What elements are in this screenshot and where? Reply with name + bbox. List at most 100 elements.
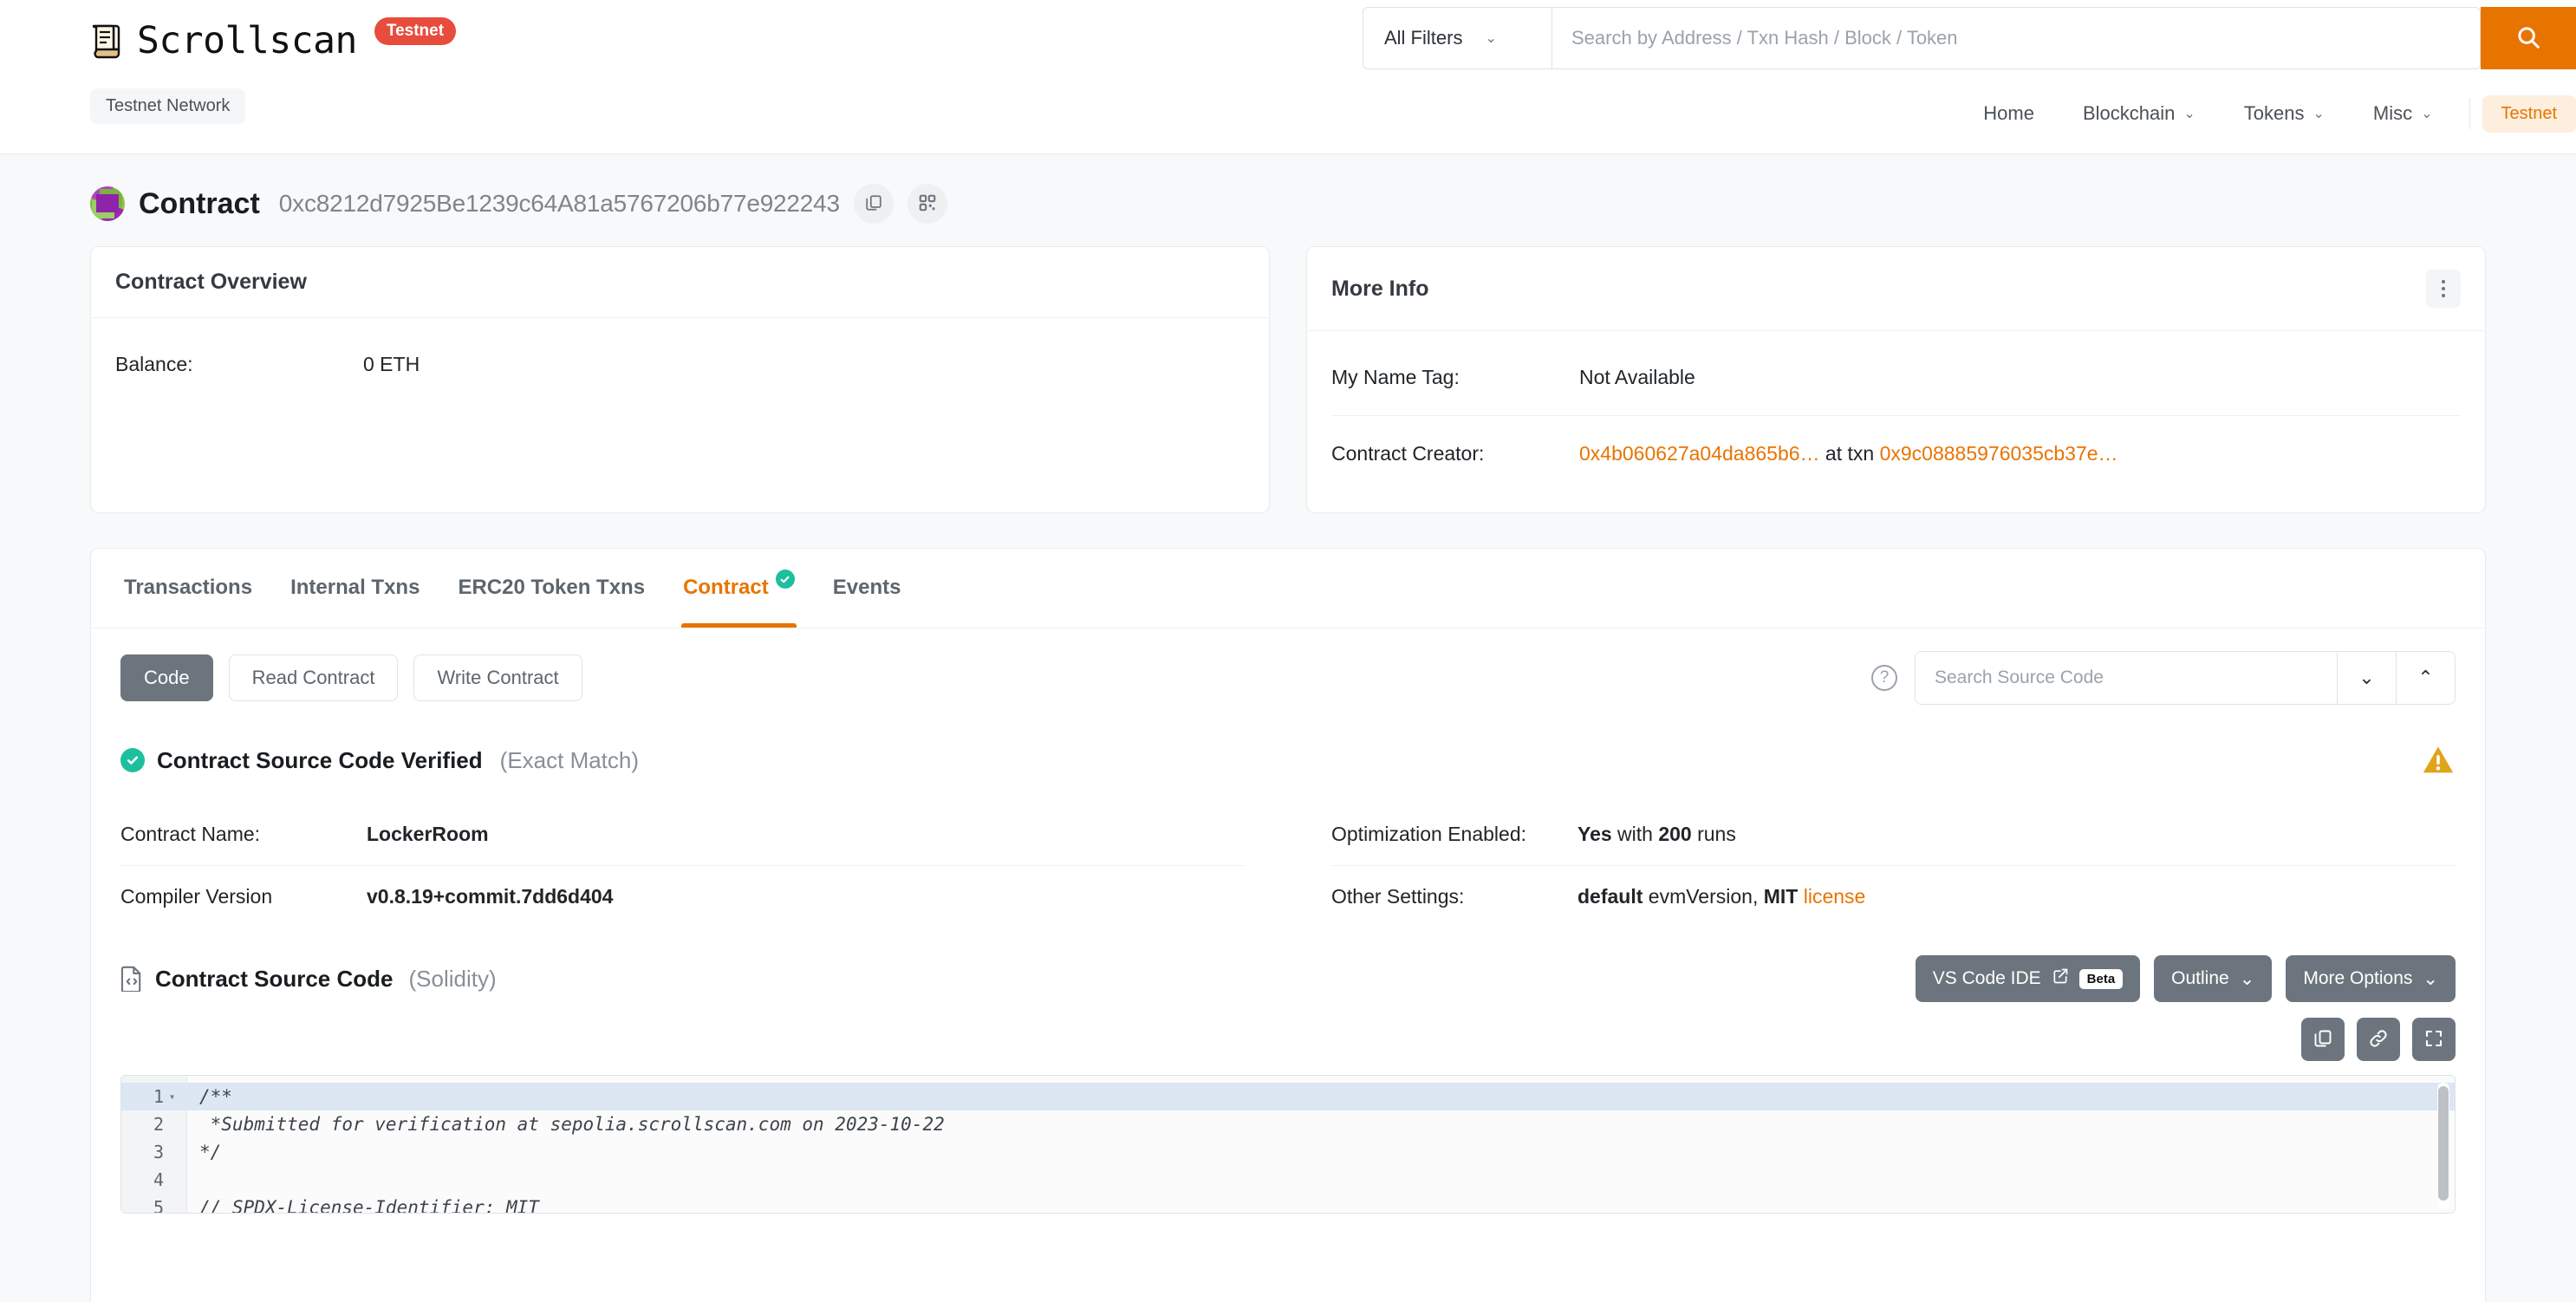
search-next-button[interactable]: ⌄ — [2337, 652, 2396, 704]
write-contract-button[interactable]: Write Contract — [413, 654, 582, 701]
fold-toggle-icon[interactable]: ▾ — [169, 1090, 178, 1103]
copy-link-button[interactable] — [2357, 1018, 2400, 1061]
code-line: *Submitted for verification at sepolia.s… — [199, 1114, 945, 1135]
code-button[interactable]: Code — [120, 654, 213, 701]
code-content[interactable]: /** *Submitted for verification at sepol… — [187, 1076, 2455, 1213]
dot-icon — [2442, 294, 2445, 297]
tab-events[interactable]: Events — [814, 549, 920, 628]
nav-item-home[interactable]: Home — [1959, 94, 2059, 133]
line-number: 1 ▾ — [121, 1083, 186, 1110]
nav-item-blockchain[interactable]: Blockchain ⌄ — [2059, 94, 2220, 133]
contract-overview-card: Contract Overview Balance: 0 ETH — [90, 246, 1270, 513]
compiler-version-value: v0.8.19+commit.7dd6d404 — [367, 885, 614, 908]
copy-icon — [2313, 1028, 2333, 1051]
code-line: */ — [199, 1142, 222, 1162]
tab-internal-txns[interactable]: Internal Txns — [271, 549, 439, 628]
contract-creator-row: Contract Creator: 0x4b060627a04da865b6… … — [1331, 415, 2461, 478]
more-info-body: My Name Tag: Not Available Contract Crea… — [1307, 331, 2485, 512]
tab-transactions[interactable]: Transactions — [105, 549, 271, 628]
name-tag-value: Not Available — [1579, 366, 1695, 388]
chevron-down-icon: ⌄ — [1485, 31, 1497, 46]
source-code-editor[interactable]: 1 ▾ 2 3 4 5 /** *Submitted for verificat… — [120, 1075, 2456, 1214]
contract-overview-body: Balance: 0 ETH — [91, 318, 1269, 479]
read-contract-button[interactable]: Read Contract — [228, 654, 399, 701]
vs-code-ide-label: VS Code IDE — [1932, 968, 2041, 988]
chevron-down-icon: ⌄ — [2183, 107, 2195, 121]
tab-erc20-token-txns[interactable]: ERC20 Token Txns — [439, 549, 664, 628]
qr-code-button[interactable] — [907, 184, 947, 224]
page-title-label: Contract — [139, 186, 260, 220]
details-left-column: Contract Name: LockerRoom Compiler Versi… — [120, 804, 1245, 928]
verified-match-type: (Exact Match) — [499, 746, 640, 773]
warning-icon[interactable] — [2421, 743, 2456, 778]
search-submit-button[interactable] — [2481, 7, 2576, 69]
optimization-runs: 200 — [1658, 823, 1692, 845]
line-number-text: 2 — [153, 1114, 164, 1135]
verified-check-icon — [775, 570, 795, 589]
brand-logo[interactable]: Scrollscan Testnet — [87, 17, 457, 62]
nav-item-misc[interactable]: Misc ⌄ — [2349, 94, 2457, 133]
source-search-input[interactable] — [1916, 652, 2337, 704]
more-info-menu-button[interactable] — [2426, 270, 2461, 308]
verification-status: Contract Source Code Verified (Exact Mat… — [120, 747, 639, 774]
contract-overview-title: Contract Overview — [115, 270, 307, 294]
chevron-down-icon: ⌄ — [2421, 107, 2433, 121]
line-number-gutter: 1 ▾ 2 3 4 5 — [121, 1076, 187, 1213]
optimization-value: Yes with 200 runs — [1577, 823, 1736, 846]
outline-button[interactable]: Outline ⌄ — [2154, 955, 2273, 1002]
code-scrollbar[interactable] — [2437, 1083, 2449, 1209]
help-icon[interactable]: ? — [1871, 665, 1897, 691]
dot-icon — [2442, 280, 2445, 283]
tab-label: Internal Txns — [290, 576, 420, 599]
search-prev-button[interactable]: ⌃ — [2396, 652, 2455, 704]
code-line: // SPDX-License-Identifier: MIT — [199, 1197, 539, 1214]
source-search-group: ? ⌄ ⌃ — [1871, 651, 2456, 705]
all-filters-label: All Filters — [1384, 27, 1463, 49]
vs-code-ide-button[interactable]: VS Code IDE Beta — [1915, 955, 2141, 1002]
more-info-card: More Info My Name Tag: Not Available Con… — [1306, 246, 2486, 513]
creator-at-text: at txn — [1819, 442, 1880, 465]
evm-version: default — [1577, 885, 1643, 908]
all-filters-dropdown[interactable]: All Filters ⌄ — [1363, 8, 1552, 68]
nav-label: Misc — [2372, 102, 2413, 124]
copy-icon — [864, 193, 883, 215]
contract-panel: Transactions Internal Txns ERC20 Token T… — [90, 548, 2486, 1302]
chevron-up-icon: ⌃ — [2417, 667, 2434, 688]
nav-divider — [2469, 98, 2470, 129]
other-settings-label: Other Settings: — [1331, 885, 1465, 908]
search-input[interactable] — [1552, 8, 2480, 68]
license-name: MIT — [1763, 885, 1799, 908]
creator-address-link[interactable]: 0x4b060627a04da865b6… — [1579, 442, 1820, 465]
main-navigation: Home Blockchain ⌄ Tokens ⌄ Misc ⌄ Testne… — [1959, 94, 2576, 133]
tab-label: Events — [832, 576, 901, 599]
tab-contract[interactable]: Contract — [664, 549, 814, 628]
nav-network-switcher[interactable]: Testnet — [2482, 94, 2576, 133]
more-options-button[interactable]: More Options ⌄ — [2286, 955, 2456, 1002]
brand-testnet-badge: Testnet — [374, 17, 457, 45]
link-icon — [2368, 1028, 2389, 1051]
nav-item-tokens[interactable]: Tokens ⌄ — [2220, 94, 2349, 133]
creator-txn-link[interactable]: 0x9c08885976035cb37e… — [1880, 442, 2118, 465]
code-scrollbar-thumb[interactable] — [2438, 1086, 2449, 1201]
code-mode-buttons: Code Read Contract Write Contract — [120, 654, 582, 701]
verified-title: Contract Source Code Verified — [157, 746, 483, 773]
copy-source-button[interactable] — [2301, 1018, 2345, 1061]
compiler-version-label: Compiler Version — [120, 885, 273, 908]
source-code-title: Contract Source Code — [155, 965, 394, 992]
qr-code-icon — [918, 193, 937, 215]
fullscreen-button[interactable] — [2412, 1018, 2456, 1061]
line-number: 2 — [121, 1110, 186, 1138]
tab-bar: Transactions Internal Txns ERC20 Token T… — [91, 549, 2485, 628]
line-number-text: 3 — [153, 1142, 164, 1162]
verified-check-icon — [120, 748, 145, 772]
copy-address-button[interactable] — [853, 184, 894, 224]
compiler-version-row: Compiler Version v0.8.19+commit.7dd6d404 — [120, 865, 1245, 928]
line-number-text: 5 — [153, 1197, 164, 1214]
avatar — [90, 186, 125, 221]
source-code-language: (Solidity) — [408, 965, 497, 992]
nav-label: Home — [1983, 102, 2034, 124]
nav-label: Blockchain — [2082, 102, 2176, 124]
license-link[interactable]: license — [1798, 885, 1866, 908]
contract-details: Contract Name: LockerRoom Compiler Versi… — [91, 778, 2485, 928]
network-chip[interactable]: Testnet Network — [90, 88, 246, 124]
